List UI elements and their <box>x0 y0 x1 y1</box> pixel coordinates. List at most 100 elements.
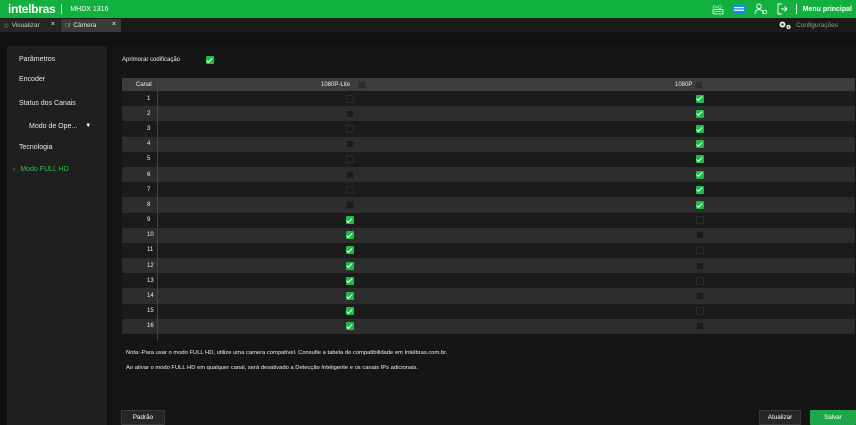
canal-number: 16 <box>147 323 154 330</box>
menu-principal-link[interactable]: Menu principal <box>803 6 852 13</box>
svg-text:FAQ: FAQ <box>712 4 722 9</box>
checkbox-1080p[interactable] <box>696 185 704 194</box>
checkbox-1080p[interactable] <box>696 276 704 285</box>
close-icon[interactable]: × <box>112 21 116 28</box>
checkbox-1080p[interactable] <box>696 261 704 270</box>
checkbox-1080p[interactable] <box>696 307 704 316</box>
sidebar-item-modo-full-hd[interactable]: › Modo FULL HD <box>7 159 107 179</box>
checkbox-1080p[interactable] <box>696 216 704 225</box>
checkbox-1080p[interactable] <box>696 322 704 331</box>
checkbox-1080p-lite[interactable] <box>346 200 354 209</box>
canal-number: 7 <box>147 186 151 193</box>
canal-number: 14 <box>147 293 154 300</box>
checkbox-1080p-lite[interactable] <box>346 109 354 118</box>
checkbox-1080p-lite[interactable] <box>346 140 354 149</box>
tab-bar: ◇ Visualizar × □I Câmera × <box>0 18 856 32</box>
sidebar: Parâmetros Encoder Status dos Canais Mod… <box>7 46 107 425</box>
sidebar-item-label: Modo de Ope... <box>29 122 78 130</box>
checkbox-1080p-lite[interactable] <box>346 124 354 133</box>
aprimorar-label: Aprimorar codificação <box>122 57 181 63</box>
channel-table: Canal 1080P-Lite 1080P 1 2 3 4 5 6 7 8 9 10 11 12 13… <box>122 78 855 334</box>
checkbox-1080p[interactable] <box>696 170 704 179</box>
table-row: 2 <box>122 106 855 122</box>
tab-label: Visualizar <box>11 22 40 29</box>
checkbox-1080p-lite[interactable] <box>346 170 354 179</box>
top-right-actions: FAQ Menu principal <box>712 0 856 18</box>
tab-visualizar[interactable]: ◇ Visualizar × <box>0 19 60 32</box>
configuracoes-link[interactable]: Configurações <box>778 18 838 32</box>
sidebar-item-encoder[interactable]: Encoder <box>7 69 107 89</box>
header-canal: Canal <box>136 81 152 88</box>
select-all-1080p-checkbox[interactable] <box>695 80 703 89</box>
checkbox-1080p-lite[interactable] <box>346 261 354 270</box>
checkbox-1080p[interactable] <box>696 94 704 103</box>
canal-number: 15 <box>147 308 154 315</box>
canal-number: 6 <box>147 171 151 178</box>
sidebar-item-modo-operacao[interactable]: Modo de Ope... ▼ <box>7 116 107 136</box>
header-1080p: 1080P <box>675 81 693 88</box>
checkbox-1080p[interactable] <box>696 140 704 149</box>
table-row: 9 <box>122 212 855 228</box>
sidebar-item-label: Parâmetros <box>19 55 56 63</box>
network-icon[interactable] <box>732 0 746 18</box>
table-row: 13 <box>122 273 855 289</box>
salvar-button[interactable]: Salvar <box>810 410 856 425</box>
checkbox-1080p[interactable] <box>696 292 704 301</box>
sidebar-item-label: Status dos Canais <box>19 99 76 107</box>
checkbox-1080p-lite[interactable] <box>346 246 354 255</box>
sidebar-item-label: Modo FULL HD <box>20 165 69 173</box>
eye-icon: ◇ <box>4 23 9 29</box>
header-1080p-lite: 1080P-Lite <box>321 81 351 88</box>
canal-number: 2 <box>147 110 151 117</box>
canal-number: 4 <box>147 141 151 148</box>
sidebar-item-tecnologia[interactable]: Tecnologia <box>7 137 107 157</box>
main-panel: Aprimorar codificação Canal 1080P-Lite 1… <box>112 46 856 425</box>
checkbox-1080p[interactable] <box>696 246 704 255</box>
faq-icon[interactable]: FAQ <box>712 0 724 18</box>
checkbox-1080p-lite[interactable] <box>346 155 354 164</box>
atualizar-button[interactable]: Atualizar <box>759 410 801 425</box>
table-row: 14 <box>122 288 855 304</box>
close-icon[interactable]: × <box>51 21 55 28</box>
user-settings-icon[interactable] <box>754 0 768 18</box>
canal-number: 5 <box>147 156 151 163</box>
top-divider <box>795 4 797 14</box>
checkbox-1080p-lite[interactable] <box>346 94 354 103</box>
checkbox-1080p[interactable] <box>696 155 704 164</box>
table-row: 16 <box>122 318 855 334</box>
checkbox-1080p-lite[interactable] <box>346 307 354 316</box>
sidebar-item-parametros[interactable]: Parâmetros <box>7 49 107 69</box>
checkbox-1080p[interactable] <box>696 200 704 209</box>
top-bar: intelbras MHDX 1316 FAQ Menu principal <box>0 0 856 18</box>
sidebar-item-label: Encoder <box>19 75 46 83</box>
logo-divider <box>61 4 63 14</box>
sidebar-item-label: Tecnologia <box>19 143 53 151</box>
checkbox-1080p-lite[interactable] <box>346 216 354 225</box>
table-header: Canal 1080P-Lite 1080P <box>122 78 855 91</box>
configuracoes-label: Configurações <box>796 21 838 29</box>
sidebar-item-status-canais[interactable]: Status dos Canais <box>7 93 107 113</box>
canal-number: 1 <box>147 95 151 102</box>
checkbox-1080p[interactable] <box>696 109 704 118</box>
checkbox-1080p-lite[interactable] <box>346 292 354 301</box>
aprimorar-checkbox[interactable] <box>206 56 214 64</box>
checkbox-1080p-lite[interactable] <box>346 185 354 194</box>
table-row: 11 <box>122 242 855 259</box>
checkbox-1080p-lite[interactable] <box>346 276 354 285</box>
intelbras-logo: intelbras <box>8 2 56 16</box>
padrao-button[interactable]: Padrão <box>121 410 165 425</box>
checkbox-1080p[interactable] <box>696 231 704 240</box>
table-row: 5 <box>122 151 855 167</box>
checkbox-1080p-lite[interactable] <box>346 322 354 331</box>
select-all-1080p-lite-checkbox[interactable] <box>358 80 366 89</box>
canal-number: 8 <box>147 201 151 208</box>
canal-number: 12 <box>147 262 154 269</box>
tab-camera[interactable]: □I Câmera × <box>61 19 121 32</box>
note-full-hd: Ao ativar o modo FULL HD em qualquer can… <box>126 365 419 371</box>
table-body: 1 2 3 4 5 6 7 8 9 10 11 12 13 14 15 16 <box>122 91 855 334</box>
caret-down-icon: ▼ <box>85 123 92 129</box>
checkbox-1080p-lite[interactable] <box>346 231 354 240</box>
checkbox-1080p[interactable] <box>696 124 704 133</box>
table-row: 8 <box>122 197 855 213</box>
logout-icon[interactable] <box>776 0 788 18</box>
